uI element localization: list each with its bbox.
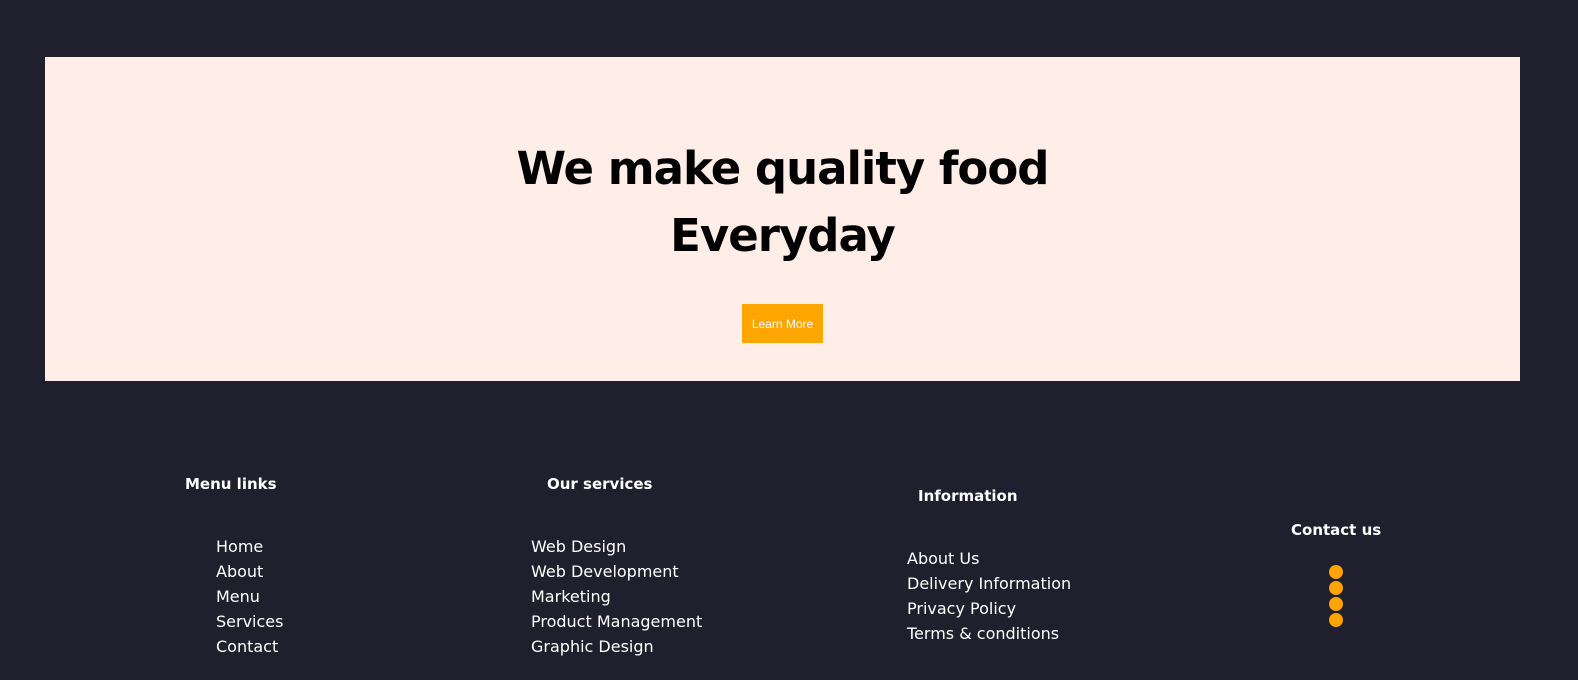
learn-more-button[interactable]: Learn More — [742, 304, 823, 343]
information-title: Information — [918, 487, 1018, 505]
info-link-about-us[interactable]: About Us — [907, 549, 979, 568]
info-link-delivery[interactable]: Delivery Information — [907, 574, 1071, 593]
hero-title: We make quality food Everyday — [516, 142, 1050, 262]
info-link-terms[interactable]: Terms & conditions — [907, 624, 1059, 643]
social-icon-4[interactable] — [1329, 613, 1343, 627]
service-link-graphic-design[interactable]: Graphic Design — [531, 637, 654, 656]
menu-links-title: Menu links — [185, 475, 277, 493]
info-link-privacy[interactable]: Privacy Policy — [907, 599, 1016, 618]
social-icon-2[interactable] — [1329, 581, 1343, 595]
footer-link-home[interactable]: Home — [216, 537, 263, 556]
social-icon-3[interactable] — [1329, 597, 1343, 611]
footer-link-about[interactable]: About — [216, 562, 263, 581]
footer-link-contact[interactable]: Contact — [216, 637, 278, 656]
social-icon-1[interactable] — [1329, 565, 1343, 579]
contact-title: Contact us — [1291, 521, 1382, 539]
service-link-web-design[interactable]: Web Design — [531, 537, 626, 556]
hero-banner: We make quality food Everyday Learn More — [45, 57, 1520, 381]
service-link-marketing[interactable]: Marketing — [531, 587, 611, 606]
footer-link-services[interactable]: Services — [216, 612, 283, 631]
footer-link-menu[interactable]: Menu — [216, 587, 260, 606]
contact-column: Contact us — [1291, 521, 1381, 629]
services-column: Our services Web Design Web Development … — [531, 475, 702, 659]
services-title: Our services — [547, 475, 653, 493]
service-link-product-management[interactable]: Product Management — [531, 612, 702, 631]
information-column: Information About Us Delivery Informatio… — [907, 487, 1071, 646]
menu-links-column: Menu links Home About Menu Services Cont… — [185, 475, 283, 659]
service-link-web-development[interactable]: Web Development — [531, 562, 679, 581]
